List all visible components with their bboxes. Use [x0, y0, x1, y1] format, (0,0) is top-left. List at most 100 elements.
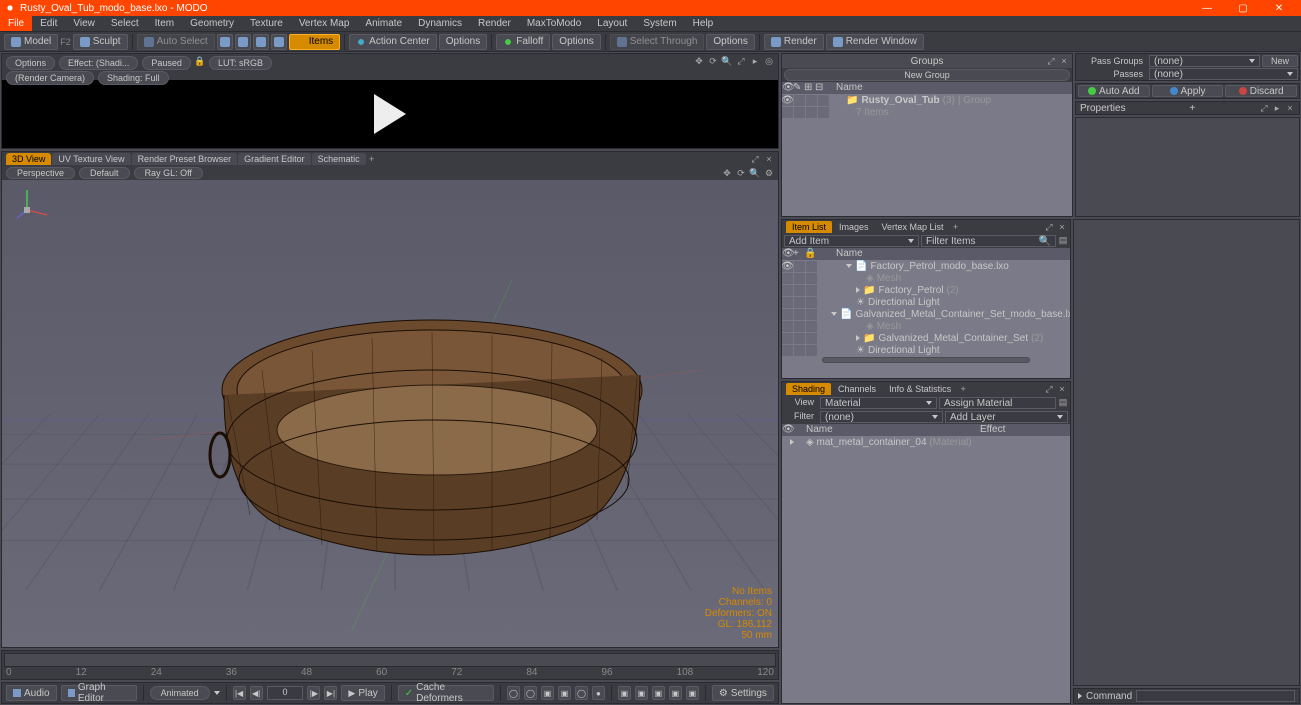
- menu-dynamics[interactable]: Dynamics: [410, 16, 470, 31]
- menu-render[interactable]: Render: [470, 16, 519, 31]
- add-icon[interactable]: +: [958, 384, 968, 394]
- minimize-button[interactable]: —: [1195, 1, 1219, 15]
- add-icon[interactable]: +: [1189, 103, 1195, 114]
- close-icon[interactable]: ×: [1285, 103, 1295, 113]
- animated-dropdown[interactable]: Animated: [150, 686, 210, 700]
- goto-end-button[interactable]: ▶|: [324, 686, 337, 700]
- timeline-track[interactable]: [4, 653, 776, 667]
- misc-10[interactable]: ▣: [669, 686, 682, 700]
- material-row[interactable]: ◈ mat_metal_container_04 (Material): [782, 436, 1070, 448]
- move-icon[interactable]: ✥: [722, 168, 732, 178]
- group-subrow[interactable]: 7 Items: [782, 106, 1072, 118]
- autoadd-button[interactable]: Auto Add: [1078, 85, 1150, 97]
- tab-channels[interactable]: Channels: [832, 383, 882, 395]
- list-item[interactable]: ◈Mesh: [782, 272, 1070, 284]
- menu-animate[interactable]: Animate: [357, 16, 410, 31]
- filteritems-input[interactable]: Filter Items🔍: [921, 235, 1056, 247]
- lock-icon[interactable]: 🔒: [195, 56, 205, 66]
- raygl-dropdown[interactable]: Ray GL: Off: [134, 167, 203, 179]
- default-dropdown[interactable]: Default: [79, 167, 130, 179]
- misc-2[interactable]: ◯: [524, 686, 537, 700]
- close-icon[interactable]: ×: [1057, 384, 1067, 394]
- apply-button[interactable]: Apply: [1152, 85, 1224, 97]
- preview-lut[interactable]: LUT: sRGB: [209, 56, 272, 70]
- mode-model[interactable]: Model: [4, 34, 58, 50]
- tab-gradient[interactable]: Gradient Editor: [238, 153, 311, 165]
- passes-dropdown[interactable]: (none): [1149, 68, 1298, 80]
- menu-maxtomodo[interactable]: MaxToModo: [519, 16, 589, 31]
- filter-dropdown[interactable]: (none): [820, 411, 943, 423]
- mode-sculpt[interactable]: Sculpt: [73, 34, 128, 50]
- addlayer-dropdown[interactable]: Add Layer: [945, 411, 1068, 423]
- filter-icon[interactable]: ▤: [1058, 397, 1068, 407]
- zoom-icon[interactable]: 🔍: [722, 56, 732, 66]
- render-window-button[interactable]: Render Window: [826, 34, 924, 50]
- rotate-icon[interactable]: ⟳: [736, 168, 746, 178]
- misc-11[interactable]: ▣: [686, 686, 699, 700]
- audio-button[interactable]: Audio: [6, 685, 57, 701]
- selmode-2[interactable]: [235, 34, 251, 50]
- frame-field[interactable]: 0: [267, 686, 304, 700]
- options-button-3[interactable]: Options: [706, 34, 754, 50]
- list-item[interactable]: ☀Directional Light: [782, 344, 1070, 356]
- misc-6[interactable]: ●: [592, 686, 605, 700]
- chevron-right-icon[interactable]: ▸: [750, 56, 760, 66]
- falloff-button[interactable]: Falloff: [496, 34, 550, 50]
- tab-3dview[interactable]: 3D View: [6, 153, 51, 165]
- settings-button[interactable]: ⚙ Settings: [712, 685, 774, 701]
- misc-1[interactable]: ◯: [507, 686, 520, 700]
- group-row[interactable]: 👁 📁 Rusty_Oval_Tub (3) | Group: [782, 94, 1072, 106]
- misc-8[interactable]: ▣: [635, 686, 648, 700]
- popout-icon[interactable]: ⤢: [1044, 384, 1054, 394]
- cache-deformers-button[interactable]: ✓ Cache Deformers: [398, 685, 494, 701]
- goto-start-button[interactable]: |◀: [233, 686, 246, 700]
- command-input[interactable]: [1136, 690, 1295, 702]
- list-item[interactable]: 📁Factory_Petrol (2): [782, 284, 1070, 296]
- view-dropdown[interactable]: Material: [820, 397, 937, 409]
- selmode-3[interactable]: [253, 34, 269, 50]
- menu-edit[interactable]: Edit: [32, 16, 65, 31]
- chevron-icon[interactable]: ▸: [1272, 103, 1282, 113]
- misc-3[interactable]: ▣: [541, 686, 554, 700]
- scrollbar[interactable]: [822, 357, 1030, 363]
- auto-select-button[interactable]: Auto Select: [137, 34, 215, 50]
- list-item[interactable]: 📄Galvanized_Metal_Container_Set_modo_bas…: [782, 308, 1070, 320]
- assign-material-button[interactable]: Assign Material: [939, 397, 1056, 409]
- filter-icon[interactable]: ▤: [1058, 235, 1068, 245]
- discard-button[interactable]: Discard: [1225, 85, 1297, 97]
- preview-body[interactable]: [2, 80, 778, 148]
- expand-icon[interactable]: ⤢: [736, 56, 746, 66]
- menu-layout[interactable]: Layout: [589, 16, 635, 31]
- menu-texture[interactable]: Texture: [242, 16, 291, 31]
- misc-4[interactable]: ▣: [558, 686, 571, 700]
- preview-shading[interactable]: Shading: Full: [98, 71, 169, 85]
- misc-7[interactable]: ▣: [618, 686, 631, 700]
- misc-9[interactable]: ▣: [652, 686, 665, 700]
- menu-view[interactable]: View: [65, 16, 103, 31]
- preview-effect[interactable]: Effect: (Shadi...: [59, 56, 138, 70]
- tab-renderpreset[interactable]: Render Preset Browser: [132, 153, 238, 165]
- selmode-1[interactable]: [217, 34, 233, 50]
- target-icon[interactable]: ◎: [764, 56, 774, 66]
- graph-editor-button[interactable]: Graph Editor: [61, 685, 137, 701]
- new-pass-button[interactable]: New: [1262, 55, 1298, 67]
- 3d-view[interactable]: No Items Channels: 0 Deformers: ON GL: 1…: [2, 180, 778, 647]
- list-item[interactable]: ◈Mesh: [782, 320, 1070, 332]
- play-button[interactable]: ▶ Play: [341, 685, 384, 701]
- tab-infostats[interactable]: Info & Statistics: [883, 383, 957, 395]
- step-fwd-button[interactable]: |▶: [307, 686, 320, 700]
- options-button-1[interactable]: Options: [439, 34, 487, 50]
- close-icon[interactable]: ×: [1059, 56, 1069, 66]
- add-icon[interactable]: +: [951, 222, 961, 232]
- menu-help[interactable]: Help: [685, 16, 722, 31]
- step-back-button[interactable]: ◀|: [250, 686, 263, 700]
- tab-images[interactable]: Images: [833, 221, 875, 233]
- tab-uvtexture[interactable]: UV Texture View: [52, 153, 130, 165]
- items-button[interactable]: Items: [289, 34, 340, 50]
- maximize-button[interactable]: ▢: [1231, 1, 1255, 15]
- menu-vertexmap[interactable]: Vertex Map: [291, 16, 358, 31]
- menu-item[interactable]: Item: [147, 16, 182, 31]
- preview-paused[interactable]: Paused: [142, 56, 191, 70]
- new-group-button[interactable]: New Group: [784, 69, 1070, 81]
- list-item[interactable]: 👁📄Factory_Petrol_modo_base.lxo: [782, 260, 1070, 272]
